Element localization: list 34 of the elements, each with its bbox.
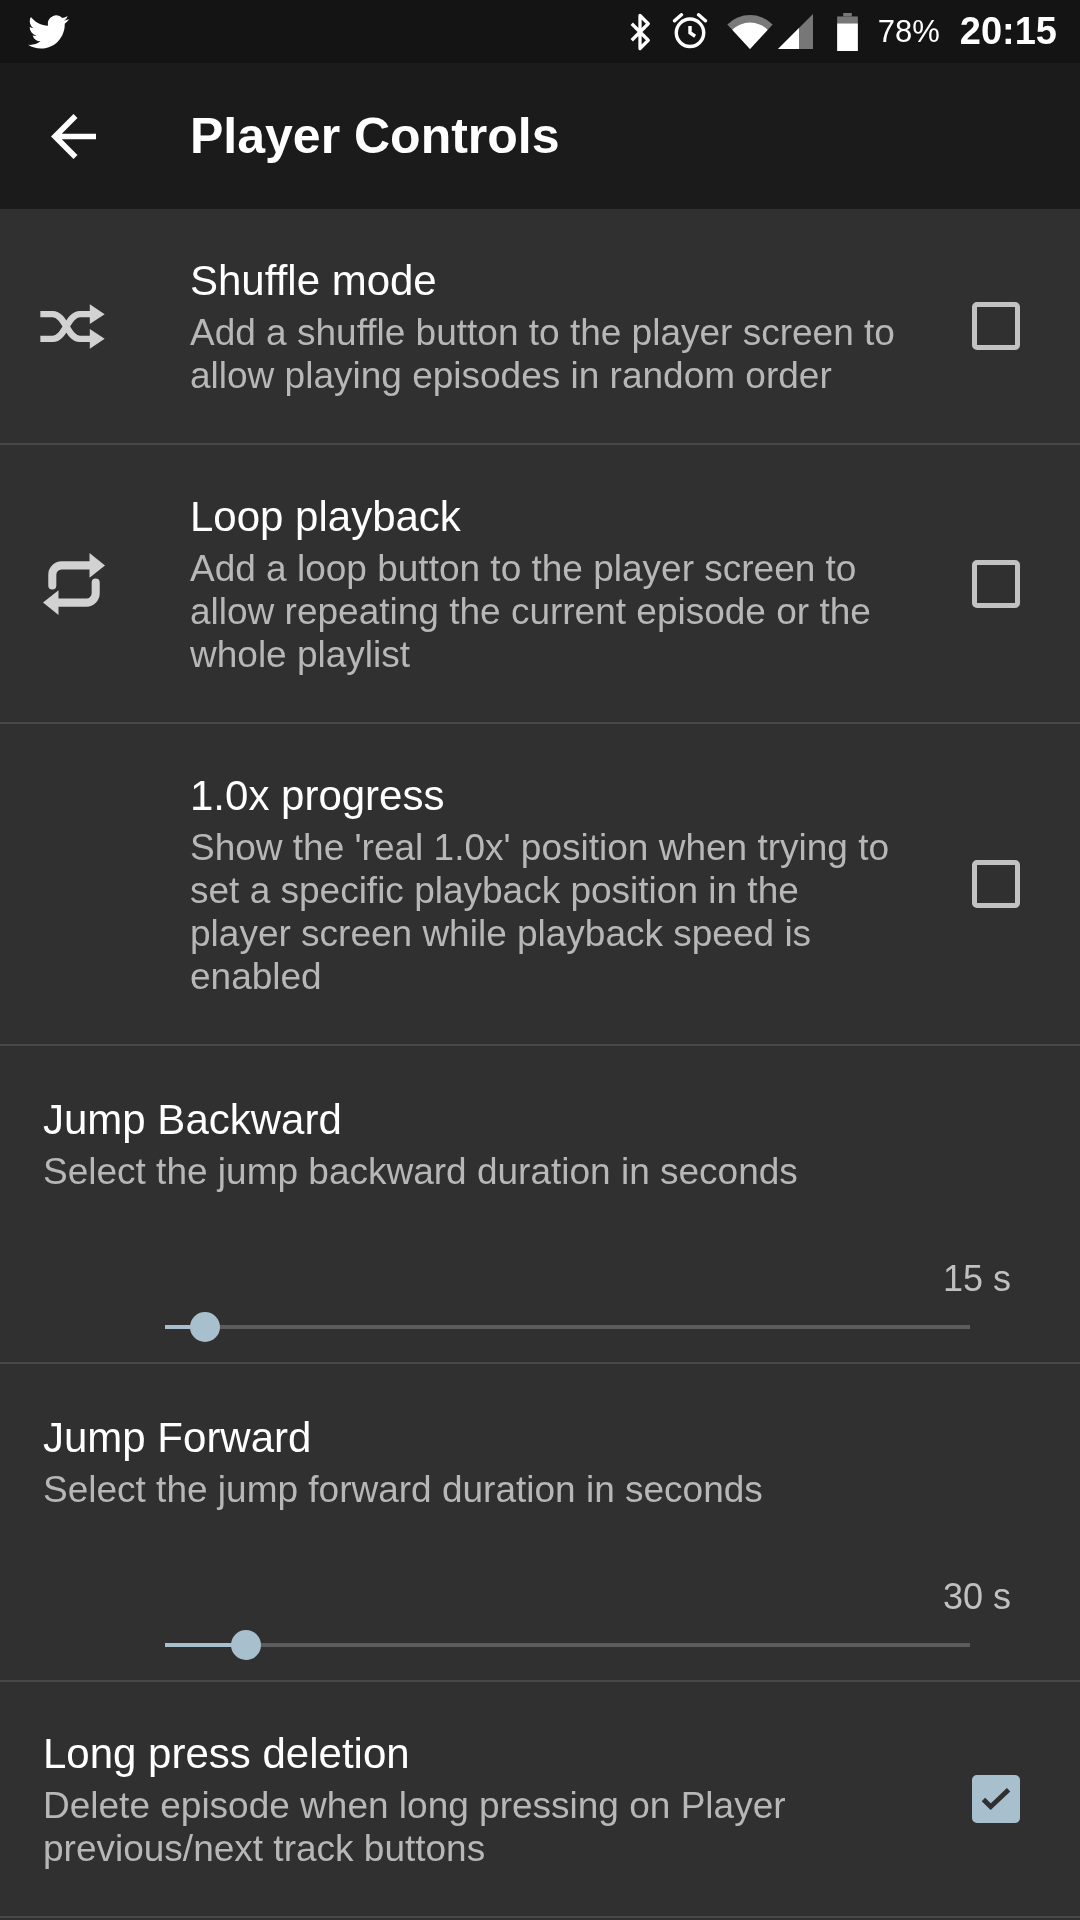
signal-icon bbox=[777, 14, 813, 49]
checkbox[interactable] bbox=[972, 302, 1020, 350]
setting-title: Long press deletion bbox=[43, 1729, 411, 1779]
shuffle-icon bbox=[39, 302, 106, 350]
setting-summary: Show the 'real 1.0x' position when trying to set a specific playback position in the player screen while playback speed is enabled bbox=[190, 826, 891, 998]
setting-title: Jump Forward bbox=[43, 1413, 313, 1463]
slider-value: 15 s bbox=[942, 1257, 1011, 1300]
slider-thumb[interactable] bbox=[190, 1312, 221, 1342]
back-arrow-icon bbox=[51, 113, 96, 159]
battery-icon bbox=[835, 12, 859, 51]
slider-value: 30 s bbox=[942, 1575, 1011, 1618]
setting-title: Shuffle mode bbox=[190, 256, 438, 306]
checkmark-icon bbox=[981, 1787, 1011, 1811]
bird-icon bbox=[28, 14, 69, 49]
clock-time: 20:15 bbox=[959, 10, 1057, 53]
setting-summary: Select the jump backward duration in seconds bbox=[43, 1150, 799, 1193]
setting-summary: Select the jump forward duration in seconds bbox=[43, 1468, 764, 1511]
setting-summary: Add a loop button to the player screen to allow repeating the current episode or the whole playlist bbox=[190, 547, 872, 676]
wifi-icon bbox=[726, 14, 773, 49]
setting-summary: Add a shuffle button to the player screen to allow playing episodes in random order bbox=[190, 311, 896, 397]
setting-title: Loop playback bbox=[190, 492, 462, 542]
checkbox[interactable] bbox=[972, 559, 1020, 608]
slider-thumb[interactable] bbox=[230, 1630, 261, 1660]
setting-title: Jump Backward bbox=[43, 1095, 343, 1145]
setting-title: 1.0x progress bbox=[190, 771, 446, 821]
bluetooth-icon bbox=[628, 12, 651, 51]
checkbox[interactable] bbox=[972, 1775, 1020, 1823]
alarm-clock-icon bbox=[671, 13, 708, 50]
checkbox[interactable] bbox=[972, 860, 1020, 908]
back-button[interactable] bbox=[51, 113, 96, 159]
battery-percent: 78% bbox=[877, 13, 940, 50]
screen-title: Player Controls bbox=[190, 107, 560, 165]
repeat-icon bbox=[43, 552, 105, 615]
setting-summary: Delete episode when long pressing on Player previous/next track buttons bbox=[43, 1784, 787, 1870]
